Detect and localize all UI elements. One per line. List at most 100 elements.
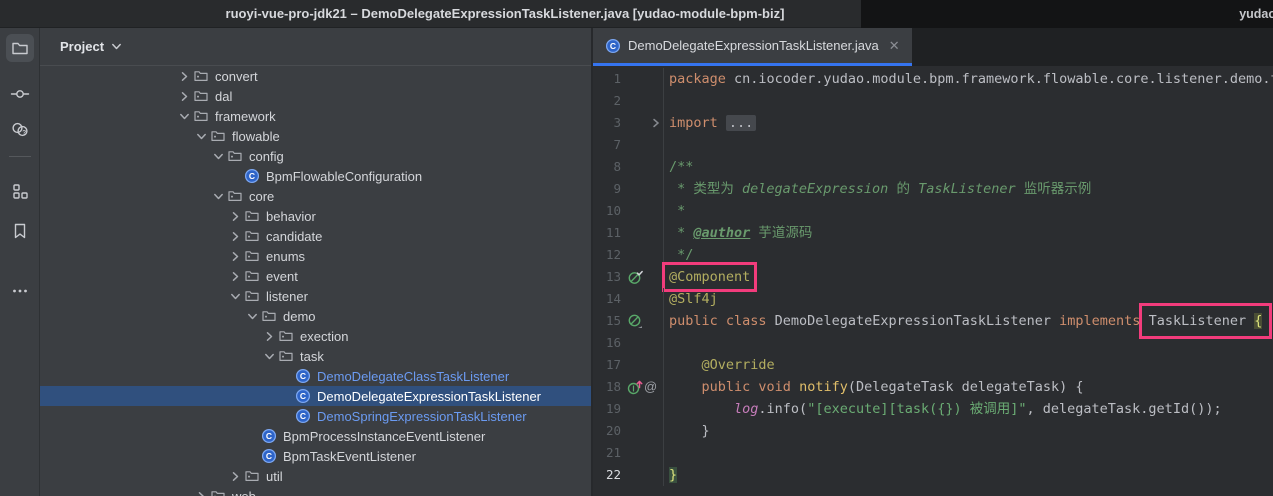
code-line-16: 16: [593, 332, 1273, 354]
code-token: notify: [799, 379, 848, 395]
code-token: implements: [1059, 313, 1141, 329]
tree-item-candidate[interactable]: candidate: [40, 226, 591, 246]
code-token: public class: [669, 313, 775, 329]
tree-item-label: DemoDelegateExpressionTaskListener: [317, 388, 542, 404]
tree-item-config[interactable]: config: [40, 146, 591, 166]
tree-item-BpmFlowableConfiguration[interactable]: C BpmFlowableConfiguration: [40, 166, 591, 186]
stripe-item-structure[interactable]: [6, 177, 34, 205]
chevron-right-icon[interactable]: [227, 471, 243, 482]
tree-item-label: core: [249, 188, 275, 204]
tree-item-task[interactable]: task: [40, 346, 591, 366]
code-token: @Override: [701, 357, 775, 373]
code-token: }: [669, 423, 710, 439]
implements-method-icon[interactable]: I: [627, 379, 643, 396]
code-line-11: 11 * @author 芋道源码: [593, 222, 1273, 244]
chevron-down-icon[interactable]: [210, 151, 226, 162]
code-token: @Component: [669, 269, 751, 285]
backdrop-window-title: yudao: [1239, 7, 1273, 21]
folder-icon: [277, 328, 294, 344]
folder-icon: [243, 468, 260, 484]
tree-item-DemoSpringExpressionTaskListener[interactable]: C DemoSpringExpressionTaskListener: [40, 406, 591, 426]
annotation-box-tasklistener: TaskListener {: [1138, 303, 1273, 339]
spring-bean-icon[interactable]: [627, 313, 644, 330]
stripe-item-bookmarks[interactable]: [6, 217, 34, 245]
stripe-divider: [8, 156, 31, 157]
code-line-10: 10 *: [593, 200, 1273, 222]
chevron-right-icon[interactable]: [193, 491, 209, 496]
fold-arrow-icon[interactable]: [651, 118, 661, 128]
gutter: [621, 420, 664, 442]
tree-item-core[interactable]: core: [40, 186, 591, 206]
tree-item-demo[interactable]: demo: [40, 306, 591, 326]
chevron-right-icon[interactable]: [227, 211, 243, 222]
line-number: 13: [605, 269, 621, 284]
tree-item-enums[interactable]: enums: [40, 246, 591, 266]
code-token: *: [669, 225, 694, 241]
tree-item-label: convert: [215, 68, 258, 84]
code-line-14: 14 @Slf4j: [593, 288, 1273, 310]
tree-item-dal[interactable]: dal: [40, 86, 591, 106]
chevron-down-icon[interactable]: [111, 41, 122, 52]
close-icon[interactable]: ✕: [887, 37, 902, 54]
tree-item-DemoDelegateExpressionTaskListener[interactable]: C DemoDelegateExpressionTaskListener: [40, 386, 591, 406]
folder-icon: [226, 148, 243, 164]
chevron-down-icon[interactable]: [210, 191, 226, 202]
stripe-item-commit[interactable]: [6, 80, 34, 108]
class-icon: C: [260, 428, 277, 444]
class-icon: C: [294, 388, 311, 404]
tree-item-event[interactable]: event: [40, 266, 591, 286]
pull-requests-icon: ?: [10, 120, 30, 140]
chevron-right-icon[interactable]: [176, 71, 192, 82]
tree-item-flowable[interactable]: flowable: [40, 126, 591, 146]
code-line-20: 20 }: [593, 420, 1273, 442]
code-text: * 类型为 delegateExpression 的 TaskListener …: [664, 178, 1091, 200]
chevron-right-icon[interactable]: [227, 231, 243, 242]
stripe-item-pull-requests[interactable]: ?: [6, 116, 34, 144]
folder-icon: [243, 248, 260, 264]
line-number: 15: [605, 313, 621, 328]
tree-item-util[interactable]: util: [40, 466, 591, 486]
code-text: import ...: [664, 112, 757, 134]
code-text: @Slf4j: [664, 288, 718, 310]
chevron-down-icon[interactable]: [193, 131, 209, 142]
gutter: [621, 112, 664, 134]
editor-tab[interactable]: C DemoDelegateExpressionTaskListener.jav…: [593, 28, 912, 66]
tree-item-convert[interactable]: convert: [40, 66, 591, 86]
tree-item-label: config: [249, 148, 284, 164]
tree-item-BpmTaskEventListener[interactable]: C BpmTaskEventListener: [40, 446, 591, 466]
tree-item-exection[interactable]: exection: [40, 326, 591, 346]
code-line-13: 13 @Component: [593, 262, 1273, 292]
code-token: /**: [669, 159, 694, 175]
tree-item-label: DemoDelegateClassTaskListener: [317, 368, 510, 384]
chevron-right-icon[interactable]: [261, 331, 277, 342]
chevron-right-icon[interactable]: [227, 271, 243, 282]
code-line-3: 3 import ...: [593, 112, 1273, 134]
chevron-down-icon[interactable]: [227, 291, 243, 302]
chevron-down-icon[interactable]: [244, 311, 260, 322]
chevron-down-icon[interactable]: [261, 351, 277, 362]
project-panel: Project convert dal framework flowable confi…: [40, 28, 593, 496]
tree-item-framework[interactable]: framework: [40, 106, 591, 126]
tree-item-listener[interactable]: listener: [40, 286, 591, 306]
chevron-right-icon[interactable]: [176, 91, 192, 102]
tree-item-web[interactable]: web: [40, 486, 591, 496]
gutter: [621, 90, 664, 112]
stripe-item-project[interactable]: [5, 34, 34, 62]
code-editor[interactable]: 1 package cn.iocoder.yudao.module.bpm.fra…: [593, 66, 1273, 496]
tree-item-behavior[interactable]: behavior: [40, 206, 591, 226]
editor-panel: C DemoDelegateExpressionTaskListener.jav…: [593, 28, 1273, 496]
project-panel-header: Project: [40, 28, 591, 66]
tree-item-label: BpmTaskEventListener: [283, 448, 416, 464]
chevron-right-icon[interactable]: [227, 251, 243, 262]
gutter: [621, 244, 664, 266]
tree-item-BpmProcessInstanceEventListener[interactable]: C BpmProcessInstanceEventListener: [40, 426, 591, 446]
chevron-down-icon[interactable]: [176, 111, 192, 122]
tree-item-DemoDelegateClassTaskListener[interactable]: C DemoDelegateClassTaskListener: [40, 366, 591, 386]
tree-item-label: candidate: [266, 228, 323, 244]
gutter: [621, 398, 664, 420]
spring-bean-icon[interactable]: [627, 269, 644, 286]
external-annotation-icon[interactable]: @: [644, 376, 657, 398]
stripe-item-more[interactable]: [6, 277, 34, 305]
